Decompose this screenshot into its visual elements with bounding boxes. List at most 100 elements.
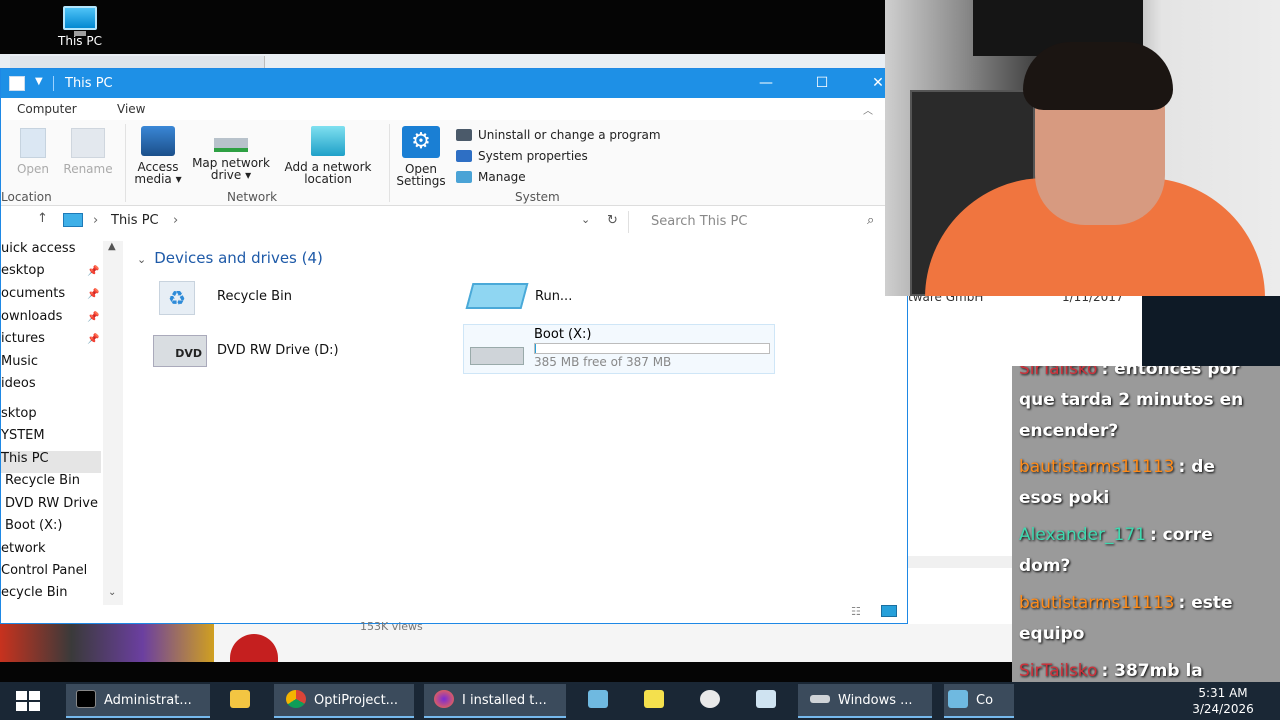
system-properties-icon [456, 150, 472, 162]
drive-dvd[interactable]: DVD DVD RW Drive (D:) [153, 333, 413, 373]
system-clock[interactable]: 5:31 AM 3/24/2026 [1188, 685, 1258, 717]
taskbar-item-windows[interactable]: Windows ... [798, 684, 932, 718]
chevron-down-icon[interactable]: ⌄ [137, 253, 146, 266]
folder-icon [230, 690, 250, 708]
search-icon[interactable]: ⌕ [867, 213, 874, 228]
tool-icon [700, 690, 720, 708]
large-icons-view-icon[interactable] [881, 605, 897, 617]
drive-recycle-bin[interactable]: ♻ Recycle Bin [159, 281, 419, 317]
clock-date: 3/24/2026 [1192, 702, 1254, 716]
search-placeholder: Search This PC [651, 214, 748, 229]
access-media-button[interactable]: Access media ▾ [131, 126, 185, 185]
nav-item[interactable]: Recycle Bin [1, 473, 101, 495]
windows-start-button[interactable] [16, 691, 42, 711]
nav-item[interactable]: ownloads [1, 309, 101, 331]
content-pane: ⌄ Devices and drives (4) ♻ Recycle Bin Ru… [129, 241, 889, 621]
manage-link[interactable]: Manage [456, 170, 526, 184]
taskbar-item-app[interactable] [584, 684, 614, 718]
control-panel-icon [948, 690, 968, 708]
maximize-button[interactable]: ☐ [799, 69, 845, 98]
system-properties-link[interactable]: System properties [456, 149, 588, 163]
clock-time: 5:31 AM [1198, 686, 1248, 700]
nav-item[interactable]: sktop [1, 406, 101, 428]
chat-message: bautistarms11113: este equipo [1019, 588, 1259, 650]
breadcrumb-chevron-icon: › [93, 213, 99, 228]
open-button[interactable]: Open [13, 128, 53, 175]
group-label-location: Location [1, 190, 52, 204]
group-header-label: Devices and drives (4) [154, 249, 323, 267]
drive-usage-fill [535, 344, 537, 353]
nav-item[interactable]: YSTEM [1, 428, 101, 450]
nav-item[interactable]: esktop [1, 263, 101, 285]
search-input[interactable]: Search This PC ⌕ [641, 211, 885, 233]
tab-view[interactable]: View [117, 102, 145, 116]
refresh-icon[interactable]: ↻ [607, 213, 618, 228]
nav-item[interactable]: This PC [1, 451, 101, 473]
map-network-drive-button[interactable]: Map network drive ▾ [187, 126, 275, 181]
ribbon-collapse-icon[interactable]: ︿ [863, 102, 873, 117]
nav-item[interactable]: Control Panel [1, 563, 101, 585]
nav-item[interactable]: ocuments [1, 286, 101, 308]
address-box[interactable]: › This PC › ⌄ ↻ [59, 211, 629, 233]
taskbar-item-firefox[interactable]: I installed t... [424, 684, 566, 718]
address-bar: ↑ › This PC › ⌄ ↻ Search This PC ⌕ [1, 208, 907, 236]
run-drive-icon [465, 283, 529, 309]
tab-computer[interactable]: Computer [17, 102, 77, 116]
breadcrumb[interactable]: This PC [111, 213, 159, 228]
navigation-pane: uick access esktop 📌 ocuments 📌 ownloads 📌 ictu… [1, 241, 123, 605]
nav-item[interactable]: etwork [1, 541, 101, 563]
divider [389, 124, 390, 202]
video-thumbnail [0, 624, 214, 662]
taskbar-item-file-explorer[interactable] [226, 684, 256, 718]
nav-item[interactable]: Music [1, 354, 101, 376]
scroll-up-icon[interactable]: ▲ [108, 241, 116, 252]
open-settings-button[interactable]: ⚙ Open Settings [395, 126, 447, 187]
taskbar-item-calculator[interactable] [752, 684, 782, 718]
drive-run[interactable]: Run... [465, 281, 729, 317]
taskbar-item-administrator[interactable]: Administrat... [66, 684, 210, 718]
nav-item[interactable]: uick access [1, 241, 101, 263]
pin-icon[interactable]: 📌 [87, 334, 99, 345]
add-network-location-button[interactable]: Add a network location [279, 126, 377, 185]
programs-icon [456, 129, 472, 141]
drive-icon [810, 695, 830, 703]
nav-item[interactable]: ecycle Bin [1, 585, 101, 605]
divider [53, 76, 54, 91]
chevron-down-icon[interactable]: ▼ [35, 76, 43, 87]
taskbar-item-control[interactable]: Co [944, 684, 1014, 718]
add-location-label-2: location [304, 172, 352, 186]
pin-icon[interactable]: 📌 [87, 289, 99, 300]
breadcrumb-chevron-icon[interactable]: › [173, 213, 178, 228]
nav-item[interactable]: ictures [1, 331, 101, 353]
chevron-down-icon[interactable]: ⌄ [581, 213, 590, 226]
taskbar-item-notepad[interactable] [640, 684, 670, 718]
nav-item[interactable]: Boot (X:) [1, 518, 101, 540]
minimize-button[interactable]: — [743, 69, 789, 98]
open-icon [20, 128, 46, 158]
quick-access-toolbar-icon[interactable] [9, 76, 25, 91]
details-view-icon[interactable]: ☷ [851, 605, 861, 618]
this-pc-small-icon [63, 213, 83, 227]
desktop-this-pc-icon[interactable]: This PC [50, 6, 110, 48]
up-arrow-icon[interactable]: ↑ [37, 211, 48, 226]
rename-button[interactable]: Rename [61, 128, 115, 175]
pin-icon[interactable]: 📌 [87, 266, 99, 277]
scroll-down-icon[interactable]: ⌄ [108, 587, 116, 598]
rename-icon [71, 128, 105, 158]
drive-boot[interactable]: Boot (X:) 385 MB free of 387 MB [463, 324, 775, 374]
computer-icon [63, 6, 97, 36]
window-title: This PC [65, 76, 113, 91]
nav-item[interactable]: DVD RW Drive [1, 496, 101, 518]
background-tab [10, 56, 265, 68]
group-header[interactable]: ⌄ Devices and drives (4) [137, 249, 323, 267]
nav-item[interactable]: ideos [1, 376, 101, 398]
avatar [230, 634, 278, 662]
scrollbar[interactable]: ▲ ⌄ [103, 241, 123, 605]
uninstall-label: Uninstall or change a program [478, 128, 661, 142]
uninstall-program-link[interactable]: Uninstall or change a program [456, 128, 661, 142]
taskbar-item-tool[interactable] [696, 684, 726, 718]
taskbar-item-chrome[interactable]: OptiProject... [274, 684, 414, 718]
map-drive-label-line2: drive [210, 168, 242, 182]
terminal-icon [76, 690, 96, 708]
pin-icon[interactable]: 📌 [87, 312, 99, 323]
